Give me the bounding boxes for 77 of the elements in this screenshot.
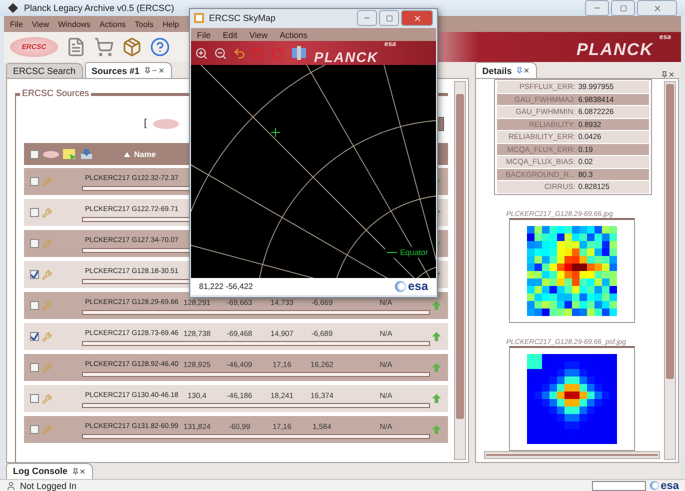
vertical-scrollbar[interactable] [664, 81, 676, 460]
menu-item[interactable]: Actions [280, 30, 308, 40]
menu-item[interactable]: Actions [100, 20, 126, 28]
ellipse-icon[interactable] [43, 150, 59, 158]
zoom-out-icon[interactable] [214, 46, 227, 60]
help-icon[interactable] [150, 37, 170, 57]
row-checkbox[interactable] [30, 332, 39, 341]
vertical-scrollbar[interactable] [454, 81, 466, 460]
menu-item[interactable]: View [32, 20, 50, 28]
crosshair-icon [271, 128, 280, 137]
window-title: ERCSC SkyMap [209, 13, 277, 24]
satellite-icon[interactable] [290, 44, 308, 62]
bracket-label: [ [144, 118, 147, 129]
menu-item[interactable]: View [249, 30, 268, 40]
minimize-button[interactable] [585, 0, 609, 16]
column-header[interactable]: Name [134, 150, 156, 158]
row-checkbox[interactable] [30, 363, 39, 372]
package-icon[interactable] [122, 37, 142, 57]
close-icon[interactable] [412, 14, 422, 23]
maximize-button[interactable] [611, 0, 635, 16]
sort-up-icon[interactable] [124, 152, 130, 156]
menu-item[interactable]: File [197, 30, 211, 40]
ellipse-icon[interactable] [152, 118, 179, 128]
note-icon[interactable] [63, 148, 77, 160]
sky-map[interactable]: Equator [191, 64, 436, 278]
documents-icon[interactable] [66, 37, 86, 57]
horizontal-scrollbar[interactable] [484, 450, 660, 458]
maximize-icon[interactable] [620, 4, 626, 12]
maximize-button[interactable] [379, 10, 399, 26]
details-tab[interactable]: Details [475, 62, 537, 78]
row-checkbox[interactable] [30, 177, 39, 186]
up-arrow-icon[interactable] [432, 394, 442, 403]
minimize-button[interactable] [357, 10, 377, 26]
panel-tab[interactable]: ERCSC Search [6, 63, 83, 78]
panel-controls-icon[interactable] [661, 71, 675, 78]
close-icon[interactable] [652, 4, 662, 12]
group-title: ERCSC Sources [20, 88, 92, 98]
menu-item[interactable]: Windows [58, 20, 91, 28]
wrench-icon[interactable] [42, 394, 52, 404]
wrench-icon[interactable] [42, 208, 52, 218]
legend-line-icon [386, 250, 397, 254]
app-icon [8, 3, 18, 13]
undo-icon[interactable] [233, 46, 246, 60]
close-button[interactable] [637, 0, 677, 16]
cart-icon[interactable] [94, 37, 114, 57]
tab-controls-icon[interactable] [144, 67, 165, 74]
banner-title: PLANCK [576, 40, 654, 60]
tab-controls-icon[interactable] [516, 67, 530, 74]
window-title: Planck Legacy Archive v0.5 (ERCSC) [24, 3, 176, 13]
row-checkbox[interactable] [30, 301, 39, 310]
maximize-icon[interactable] [386, 14, 392, 22]
user-icon [6, 480, 16, 490]
tab-controls-icon[interactable] [72, 468, 86, 474]
up-arrow-icon[interactable] [432, 332, 442, 341]
equator-label: Equator [400, 248, 428, 257]
coordinates-text: 81,222 -56,422 [199, 282, 253, 291]
zoom-in-icon[interactable] [195, 46, 208, 60]
select-all-checkbox[interactable] [30, 150, 39, 158]
esa-logo: esa [650, 480, 679, 491]
status-text: Not Logged In [20, 480, 77, 490]
download-icon[interactable] [81, 149, 92, 159]
app-icon [194, 13, 204, 24]
esa-logo: esa [394, 279, 428, 294]
panel-tab[interactable]: Sources #1 [84, 62, 172, 78]
menu-item[interactable]: Tools [134, 20, 154, 28]
row-checkbox[interactable] [30, 208, 39, 217]
row-checkbox[interactable] [30, 394, 39, 403]
banner-title: PLANCK [314, 48, 378, 65]
row-checkbox[interactable] [30, 239, 39, 248]
close-button[interactable] [401, 10, 433, 26]
menu-item[interactable]: File [10, 20, 23, 28]
row-checkbox[interactable] [30, 425, 39, 434]
row-checkbox[interactable] [30, 270, 39, 279]
status-field [592, 480, 646, 490]
menu-item[interactable]: Help [162, 20, 179, 28]
menu-item[interactable]: Edit [222, 30, 238, 40]
log-console-tab[interactable]: Log Console [6, 462, 92, 478]
